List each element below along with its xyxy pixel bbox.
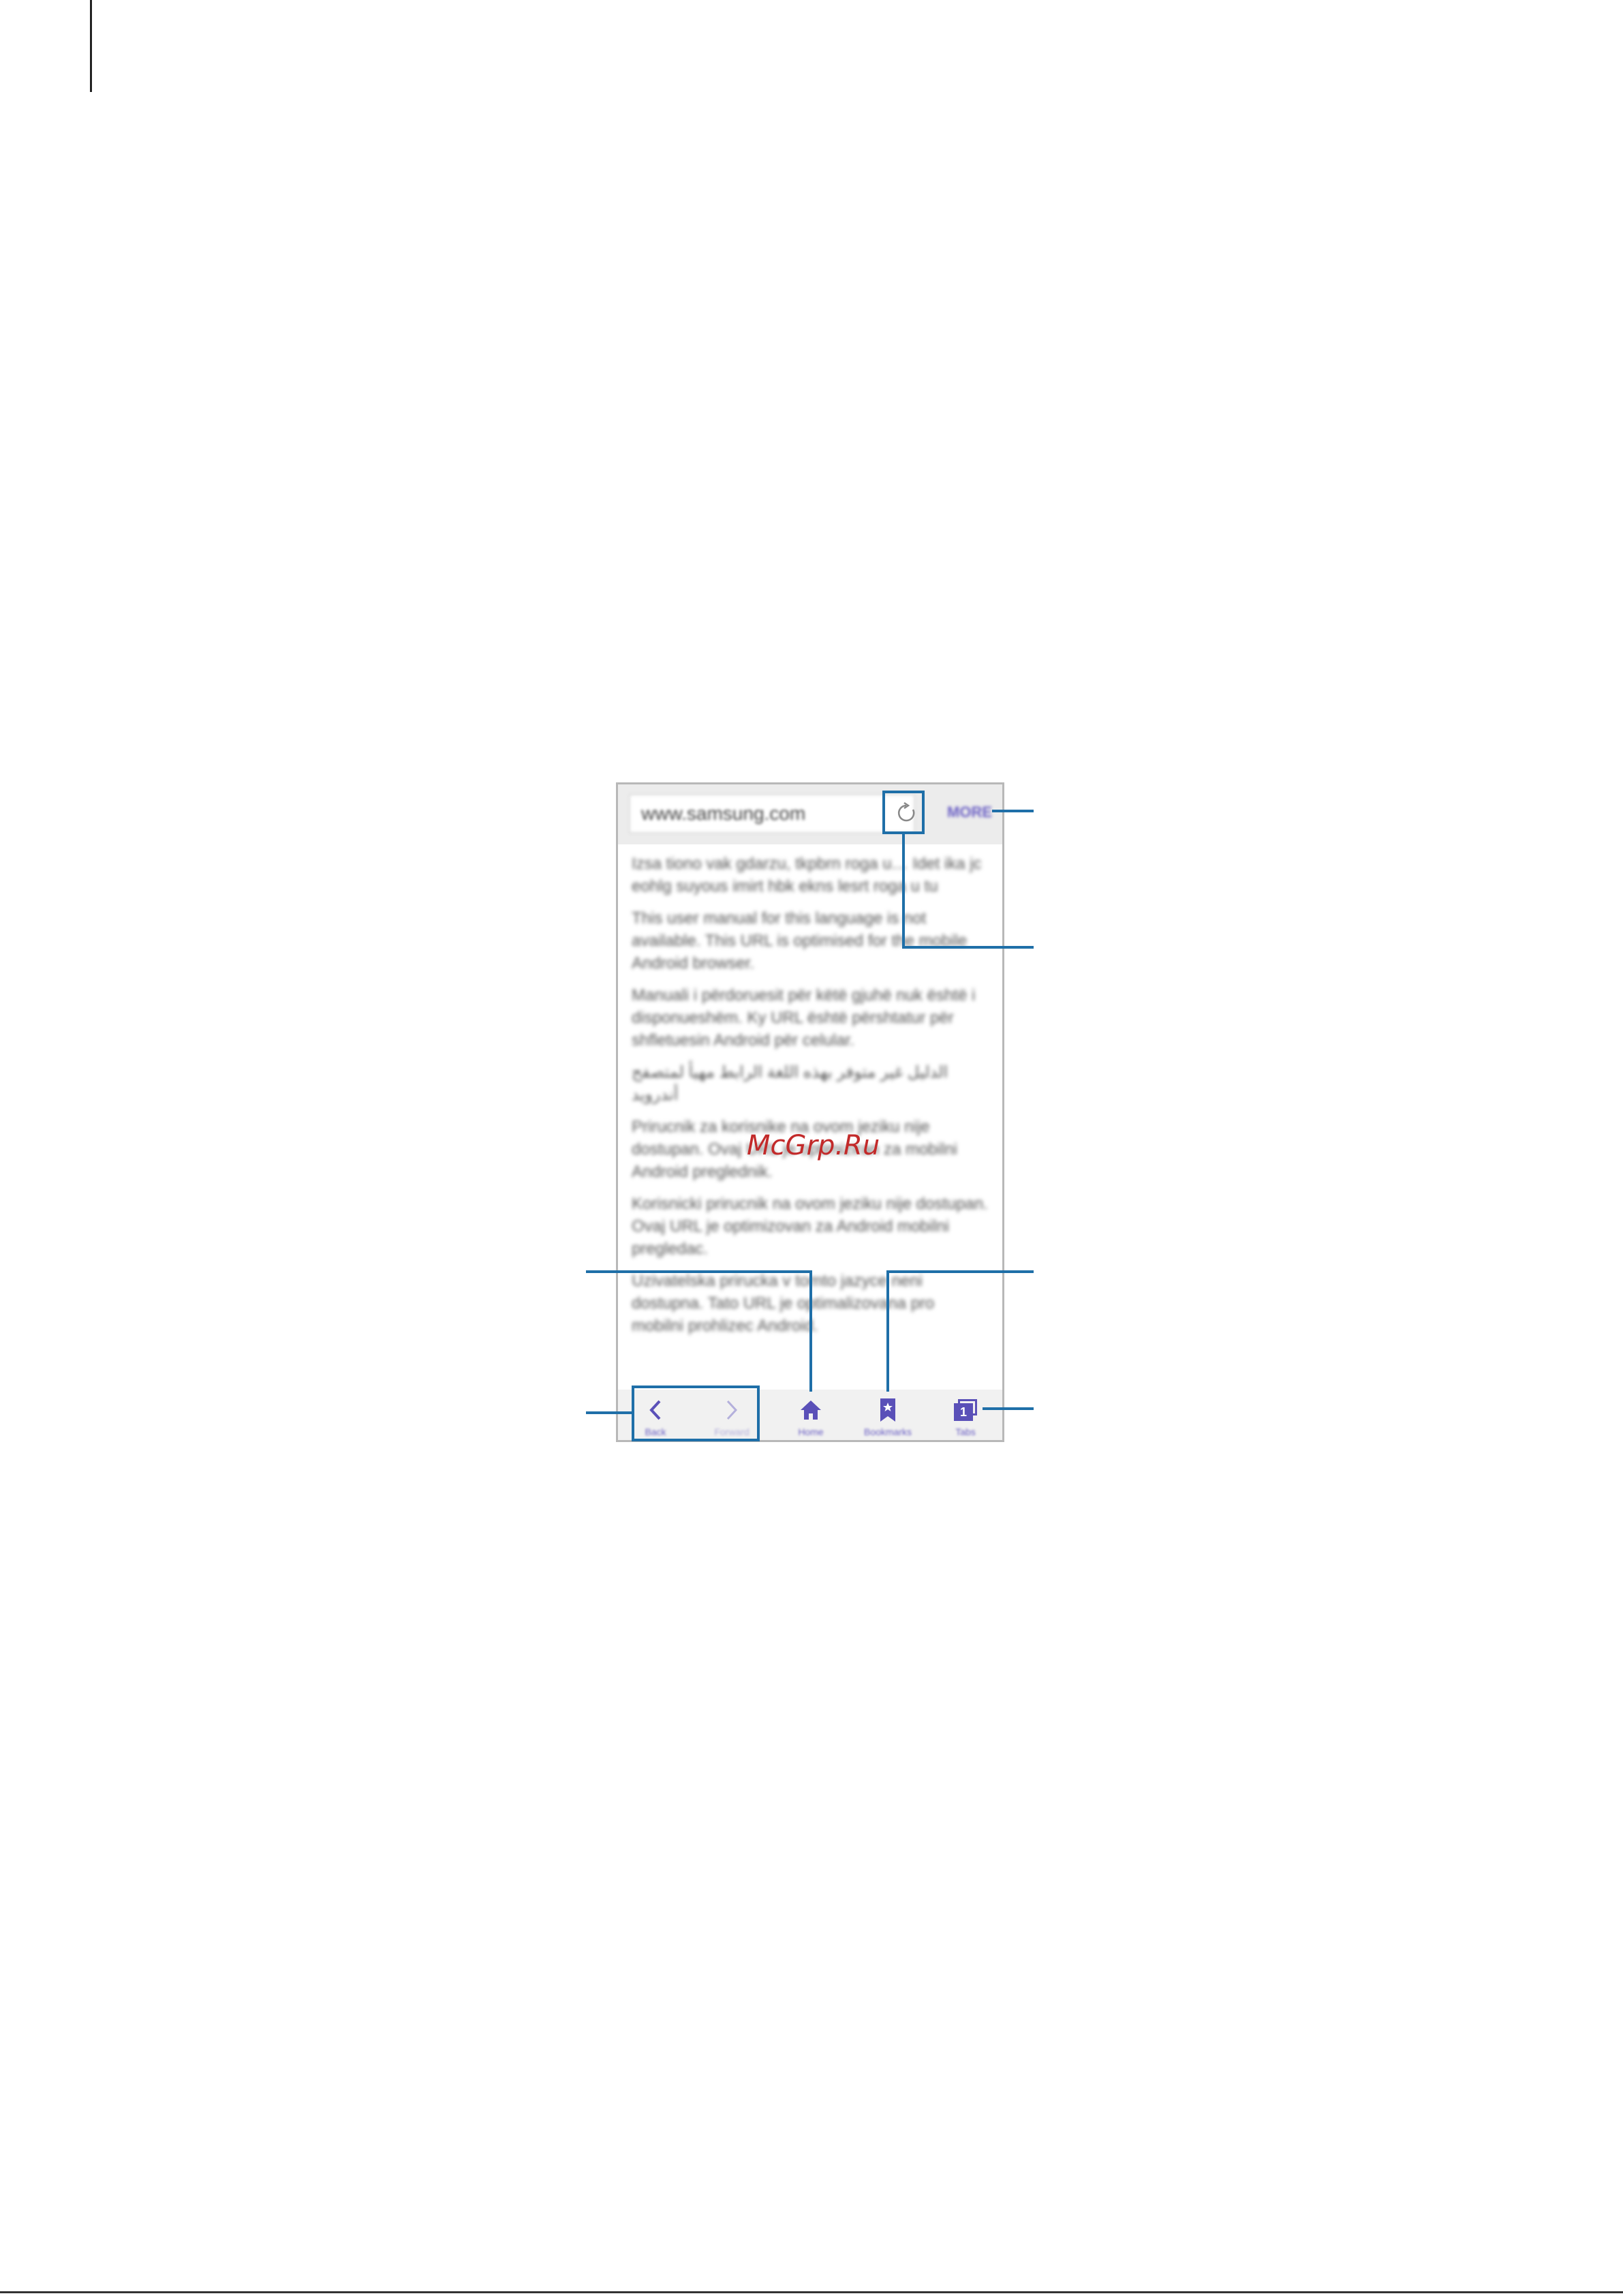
more-button[interactable]: MORE [947,803,992,821]
address-bar: www.samsung.com MORE [618,784,1002,844]
content-paragraph: This user manual for this language is no… [632,909,968,973]
content-paragraph: Uzivatelska prirucka v tomto jazyce neni… [632,1272,935,1335]
content-paragraph: Manuali i përdoruesit për këtë gjuhë nuk… [632,986,976,1050]
url-input[interactable]: www.samsung.com [629,794,915,833]
tabs-button[interactable]: 1 Tabs [935,1390,996,1440]
tabs-label: Tabs [955,1426,976,1437]
chevron-left-icon [625,1396,686,1424]
content-paragraph: Korisnicki prirucnik na ovom jeziku nije… [632,1195,988,1258]
refresh-icon[interactable] [888,795,924,831]
bookmarks-label: Bookmarks [863,1426,912,1437]
bookmark-star-icon [857,1396,918,1424]
browser-screenshot: www.samsung.com MORE Izsa tiono vak gdar… [616,782,1004,1442]
chevron-right-icon [701,1396,762,1424]
tabs-icon: 1 [935,1396,996,1424]
web-page-content: Izsa tiono vak gdarzu, tkpbrn roga u… Id… [618,853,1002,1357]
page-margin-rule [90,0,92,92]
home-button[interactable]: Home [780,1390,841,1440]
bottom-navigation-bar: Back Forward Home Bookmarks 1 Tabs [618,1390,1002,1440]
forward-button[interactable]: Forward [701,1390,762,1440]
content-paragraph: الدليل غير متوفر بهذه اللغة الرابط مهيأ … [632,1063,948,1104]
page-footer-rule [0,2291,1623,2293]
back-button[interactable]: Back [625,1390,686,1440]
home-icon [780,1396,841,1424]
watermark-text: McGrp.Ru [747,1130,880,1161]
back-label: Back [645,1426,666,1437]
home-label: Home [798,1426,824,1437]
bookmarks-button[interactable]: Bookmarks [857,1390,918,1440]
tab-count: 1 [954,1403,973,1421]
forward-label: Forward [714,1426,749,1437]
content-paragraph: Izsa tiono vak gdarzu, tkpbrn roga u… Id… [632,855,982,896]
